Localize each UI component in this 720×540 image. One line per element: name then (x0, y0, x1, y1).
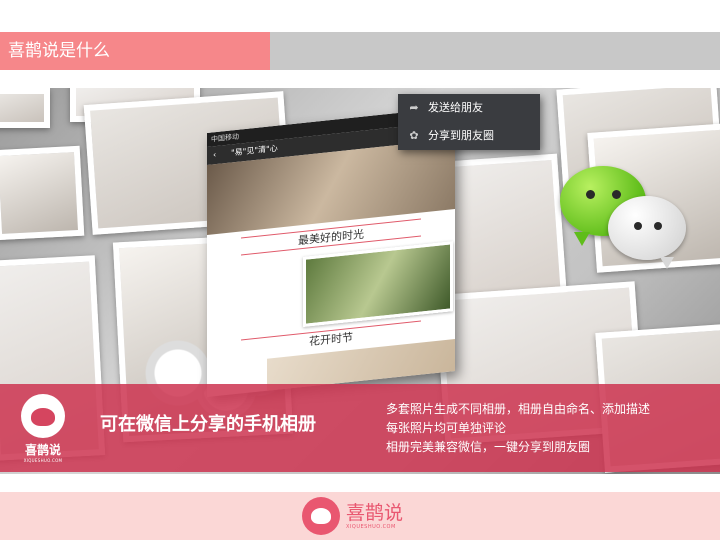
title-bar: 喜鹊说是什么 (0, 32, 720, 70)
brand-url: XIQUESHUO.COM (23, 458, 63, 463)
feature-item: 每张照片均可单独评论 (386, 421, 507, 435)
wechat-eye (612, 190, 621, 199)
album-caption-text: 最美好的时光 (298, 227, 364, 248)
share-to-friend-item[interactable]: ➦ 发送给朋友 (398, 94, 540, 122)
banner-headline: 可在微信上分享的手机相册 (100, 414, 316, 435)
footer-logo-text: 喜鹊说 XIQUESHUO.COM (346, 502, 403, 530)
wechat-eye (634, 222, 642, 230)
footer: 喜鹊说 XIQUESHUO.COM (0, 492, 720, 540)
share-arrow-icon: ➦ (409, 101, 419, 114)
footer-brand-name: 喜鹊说 (346, 502, 404, 524)
share-to-moments-item[interactable]: ✿ 分享到朋友圈 (398, 122, 540, 150)
feature-item: 相册完美兼容微信，一键分享到朋友圈 (386, 440, 591, 454)
footer-logo: 喜鹊说 XIQUESHUO.COM (302, 497, 403, 535)
slide-title: 喜鹊说是什么 (0, 32, 270, 70)
share-to-moments-label: 分享到朋友圈 (428, 129, 494, 142)
photo-tile (0, 88, 50, 128)
wechat-eye (654, 222, 662, 230)
album-photo[interactable] (303, 241, 453, 327)
feature-list: 多套照片生成不同相册，相册自由命名、添加描述 每张照片均可单独评论 相册完美兼容… (386, 400, 650, 457)
phone-mockup: 中国移动 ‹ "易"见"清"心 最美好的时光 花开时节 (207, 106, 455, 398)
moments-icon: ✿ (409, 129, 419, 142)
brand-logo: 喜鹊说 XIQUESHUO.COM (18, 394, 68, 463)
magpie-logo-icon (21, 394, 65, 438)
chevron-left-icon[interactable]: ‹ (213, 146, 216, 164)
album-title: "易"见"清"心 (231, 143, 278, 158)
share-menu: ➦ 发送给朋友 ✿ 分享到朋友圈 (398, 94, 540, 150)
brand-name: 喜鹊说 (24, 443, 61, 457)
magpie-logo-icon (302, 497, 340, 535)
share-to-friend-label: 发送给朋友 (428, 101, 483, 114)
feature-banner: 喜鹊说 XIQUESHUO.COM 可在微信上分享的手机相册 多套照片生成不同相… (0, 384, 720, 472)
wechat-icon-secondary (608, 196, 686, 269)
wechat-eye (586, 190, 595, 199)
footer-brand-url: XIQUESHUO.COM (346, 524, 396, 530)
photo-tile (0, 145, 85, 241)
album-caption-text: 花开时节 (309, 330, 353, 349)
feature-item: 多套照片生成不同相册，相册自由命名、添加描述 (386, 402, 651, 416)
